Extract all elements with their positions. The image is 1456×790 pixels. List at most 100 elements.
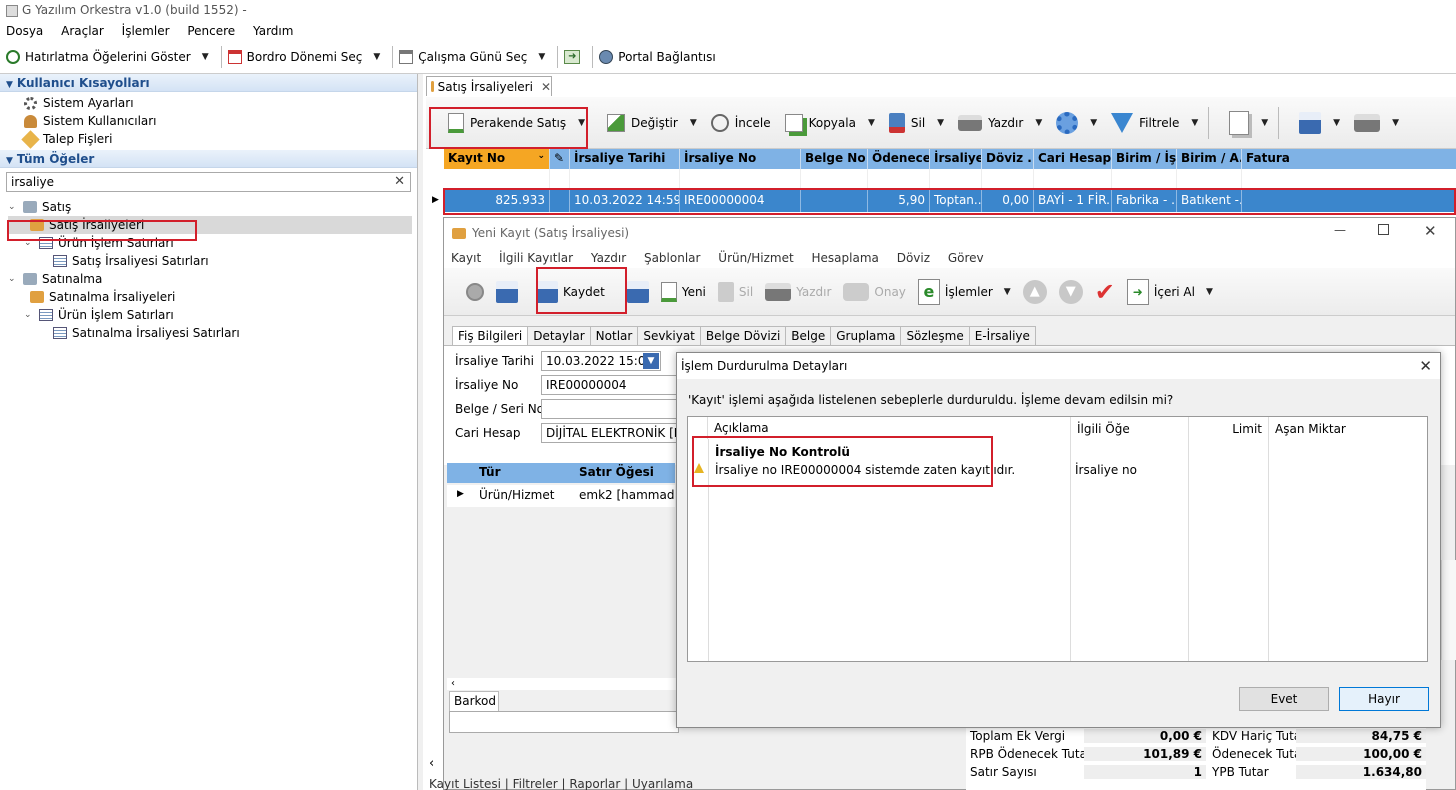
save-refresh-button[interactable] <box>496 280 518 303</box>
table-row[interactable]: 825.933 10.03.2022 14:59 IRE00000004 5,9… <box>444 190 1456 212</box>
tab-sales-waybills[interactable]: Satış İrsaliyeleri ✕ <box>426 76 552 96</box>
close-icon[interactable]: ✕ <box>1424 222 1437 240</box>
copy-button[interactable]: Kopyala ▼ <box>784 113 875 132</box>
expand-icon[interactable]: ⌄ <box>8 274 18 284</box>
tab-grouping[interactable]: Gruplama <box>830 326 902 345</box>
tab-details[interactable]: Detaylar <box>527 326 591 345</box>
chevron-down-icon[interactable]: ▼ <box>1191 118 1198 128</box>
chevron-down-icon[interactable]: ▼ <box>578 118 585 128</box>
move-down-button[interactable]: ▼ <box>1058 279 1083 304</box>
tree-node-product-lines[interactable]: ⌄ Ürün İşlem Satırları <box>8 234 417 252</box>
col-waybill-type[interactable]: İrsaliye... <box>930 149 982 169</box>
menu-product[interactable]: Ürün/Hizmet <box>718 251 793 265</box>
col-waybill-no[interactable]: İrsaliye No <box>680 149 801 169</box>
move-up-button[interactable]: ▲ <box>1022 279 1047 304</box>
reminders-button[interactable]: Hatırlatma Öğelerini Göster ▼ <box>6 50 209 64</box>
print-button[interactable]: Yazdır ▼ <box>958 114 1042 131</box>
col-invoice[interactable]: Fatura <box>1242 149 1456 169</box>
chevron-down-icon[interactable]: ▼ <box>202 52 209 62</box>
col-record-no[interactable]: Kayıt No ⌄ <box>444 149 550 169</box>
clear-search-icon[interactable]: ✕ <box>394 174 405 189</box>
chevron-down-icon[interactable]: ▼ <box>1004 287 1011 297</box>
delete-button[interactable]: Sil ▼ <box>888 112 944 133</box>
col-related[interactable]: İlgili Öğe <box>1070 417 1188 439</box>
portal-button[interactable]: Portal Bağlantısı <box>599 50 716 64</box>
save-button[interactable]: Kaydet <box>536 280 605 303</box>
print-button[interactable]: Yazdır <box>765 282 831 301</box>
export-docs-button[interactable]: ▼ <box>1229 110 1268 135</box>
tab-notes[interactable]: Notlar <box>589 326 639 345</box>
scroll-left-icon[interactable]: ‹ <box>451 678 455 689</box>
chevron-down-icon[interactable]: ▼ <box>1035 118 1042 128</box>
bottom-tabs[interactable]: Kayıt Listesi | Filtreler | Raporlar | U… <box>429 777 693 790</box>
grid-filter-row[interactable] <box>444 169 1456 189</box>
col-description[interactable]: Açıklama <box>708 421 1070 435</box>
shortcut-system-settings[interactable]: Sistem Ayarları <box>0 93 417 111</box>
tree-node-sales[interactable]: ⌄ Satış <box>8 198 417 216</box>
date-input[interactable]: 10.03.2022 15:00 ▼ <box>541 351 661 371</box>
barcode-input[interactable] <box>449 711 679 733</box>
chevron-down-icon[interactable]: ▼ <box>1261 118 1268 128</box>
col-exceed[interactable]: Aşan Miktar <box>1268 417 1348 439</box>
all-items-header[interactable]: ▼ Tüm Öğeler <box>0 150 417 168</box>
chevron-down-icon[interactable]: ▼ <box>1333 118 1340 128</box>
tab-doc-currency[interactable]: Belge Dövizi <box>699 326 787 345</box>
vertical-scrollbar[interactable] <box>1441 560 1456 660</box>
operations-button[interactable]: e İşlemler ▼ <box>917 278 1011 305</box>
tab-shipment[interactable]: Sevkiyat <box>637 326 701 345</box>
menu-yardim[interactable]: Yardım <box>253 24 293 38</box>
close-tab-icon[interactable]: ✕ <box>541 80 551 94</box>
new-button[interactable]: Yeni <box>660 281 706 302</box>
col-doc-no[interactable]: Belge No <box>801 149 868 169</box>
col-payable[interactable]: Ödenece... <box>868 149 930 169</box>
tree-node-sales-waybill-lines[interactable]: Satış İrsaliyesi Satırları <box>8 252 417 270</box>
col-limit[interactable]: Limit <box>1188 417 1268 439</box>
doc-no-input[interactable] <box>541 399 681 419</box>
col-waybill-date[interactable]: İrsaliye Tarihi <box>570 149 680 169</box>
chevron-down-icon[interactable]: ▼ <box>538 52 545 62</box>
tree-node-purchase[interactable]: ⌄ Satınalma <box>8 270 417 288</box>
col-currency[interactable]: Döviz ... <box>982 149 1034 169</box>
inspect-button[interactable]: İncele <box>710 113 771 132</box>
expand-icon[interactable]: ⌄ <box>24 238 34 248</box>
col-type[interactable]: Tür <box>475 463 575 483</box>
check-button[interactable]: ✔ <box>1095 278 1115 306</box>
chevron-down-icon[interactable]: ▼ <box>937 118 944 128</box>
yes-button[interactable]: Evet <box>1239 687 1329 711</box>
menu-related[interactable]: İlgili Kayıtlar <box>499 251 573 265</box>
save-layout-button[interactable]: ▼ <box>1299 111 1340 134</box>
waybill-no-input[interactable]: IRE00000004 <box>541 375 681 395</box>
col-account[interactable]: Cari Hesap <box>1034 149 1112 169</box>
menu-kayit[interactable]: Kayıt <box>451 251 481 265</box>
import-button[interactable]: ➜ İçeri Al ▼ <box>1126 278 1213 305</box>
menu-templates[interactable]: Şablonlar <box>644 251 701 265</box>
menu-task[interactable]: Görev <box>948 251 984 265</box>
payroll-period-button[interactable]: Bordro Dönemi Seç ▼ <box>227 50 380 64</box>
retail-sale-button[interactable]: Perakende Satış ▼ <box>448 112 585 133</box>
menu-dosya[interactable]: Dosya <box>6 24 43 38</box>
export-button[interactable]: ➜ <box>564 50 581 64</box>
print-options-button[interactable]: ▼ <box>1354 113 1399 132</box>
menu-currency[interactable]: Döviz <box>897 251 930 265</box>
shortcut-request-slips[interactable]: Talep Fişleri <box>0 129 417 149</box>
save-new-button[interactable] <box>626 280 649 303</box>
col-unit-depot[interactable]: Birim / A... <box>1177 149 1242 169</box>
tab-document[interactable]: Belge <box>785 326 832 345</box>
scroll-left-icon[interactable]: ‹ <box>429 756 434 771</box>
col-line-item[interactable]: Satır Öğesi <box>575 463 675 483</box>
change-button[interactable]: Değiştir ▼ <box>607 113 697 132</box>
settings-button[interactable]: ▼ <box>1056 111 1097 134</box>
chevron-down-icon[interactable]: ▼ <box>868 118 875 128</box>
col-attachment[interactable]: ✎ <box>550 149 570 169</box>
tab-e-waybill[interactable]: E-İrsaliye <box>968 326 1036 345</box>
horizontal-scrollbar[interactable]: ‹ <box>447 678 677 690</box>
shortcut-system-users[interactable]: Sistem Kullanıcıları <box>0 111 417 129</box>
add-button[interactable] <box>466 282 484 301</box>
expand-icon[interactable]: ⌄ <box>24 310 34 320</box>
workday-button[interactable]: Çalışma Günü Seç ▼ <box>399 50 545 64</box>
tab-contract[interactable]: Sözleşme <box>900 326 970 345</box>
chevron-down-icon[interactable]: ▼ <box>690 118 697 128</box>
approve-button[interactable]: Onay <box>843 282 906 301</box>
chevron-down-icon[interactable]: ▼ <box>1090 118 1097 128</box>
expand-icon[interactable]: ⌄ <box>8 202 18 212</box>
